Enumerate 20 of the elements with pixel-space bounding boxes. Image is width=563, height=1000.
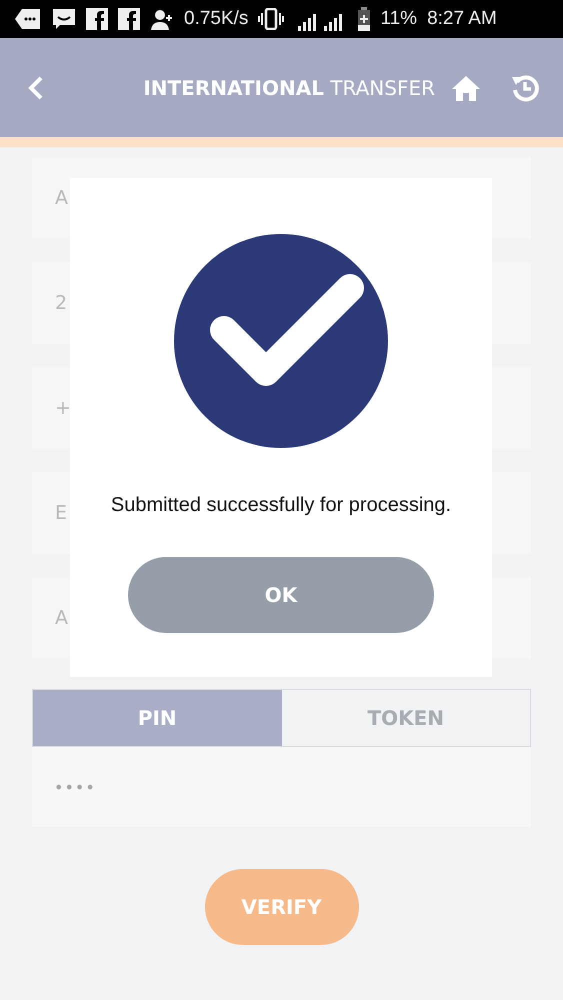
message-icon xyxy=(14,8,42,30)
clock-time: 8:27 AM xyxy=(427,8,497,30)
vibrate-icon xyxy=(258,8,284,30)
network-speed: 0.75K/s xyxy=(184,8,248,30)
facebook-icon xyxy=(86,8,108,30)
home-icon[interactable] xyxy=(451,74,481,100)
back-icon[interactable] xyxy=(28,76,44,100)
battery-icon xyxy=(358,7,370,31)
success-check-icon xyxy=(174,234,388,448)
success-message: Submitted successfully for processing. xyxy=(110,494,452,517)
history-icon[interactable] xyxy=(511,74,539,102)
chat-icon xyxy=(52,7,76,31)
facebook-icon xyxy=(118,8,140,30)
battery-level: 11% xyxy=(380,8,418,30)
pin-field[interactable]: •••• xyxy=(32,747,531,827)
ok-button[interactable]: OK xyxy=(128,557,434,633)
auth-tab[interactable]: PIN xyxy=(33,690,282,746)
verify-button[interactable]: VERIFY xyxy=(204,869,358,945)
add-person-icon xyxy=(150,7,174,31)
screen-title: INTERNATIONAL TRANSFER xyxy=(142,76,436,100)
